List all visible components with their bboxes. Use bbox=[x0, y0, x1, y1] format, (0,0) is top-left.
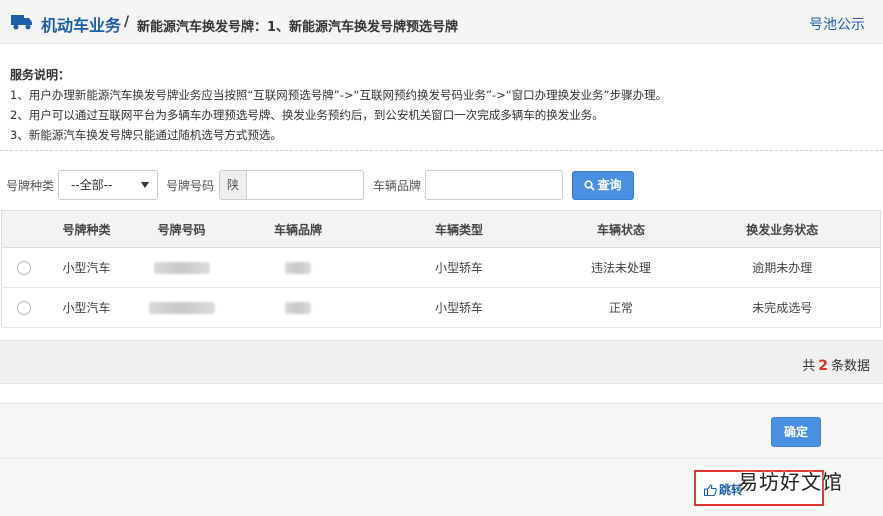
select-column-header bbox=[1, 210, 46, 248]
plate-type-value: --全部-- bbox=[71, 178, 113, 192]
table-row[interactable]: 小型汽车 小型轿车 正常 未完成选号 bbox=[1, 287, 881, 328]
watermark: 易坊好文馆 bbox=[738, 470, 843, 494]
confirm-button[interactable]: 确定 bbox=[771, 417, 821, 447]
vehicle-status-cell: 正常 bbox=[557, 287, 685, 328]
description-title: 服务说明： bbox=[10, 68, 71, 82]
redacted-brand bbox=[285, 262, 311, 274]
search-label: 查询 bbox=[597, 178, 622, 192]
truck-icon bbox=[11, 15, 32, 30]
business-status-cell: 未完成选号 bbox=[684, 287, 881, 328]
row-radio[interactable] bbox=[16, 260, 31, 275]
redacted-plate-number bbox=[153, 262, 210, 274]
brand-cell bbox=[235, 247, 361, 288]
filter-bar: 号牌种类 --全部-- 号牌号码 陕 车辆品牌 查询 bbox=[0, 168, 883, 200]
description-line: 2、用户可以通过互联网平台为多辆车办理预选号牌、换发业务预约后，到公安机关窗口一… bbox=[10, 108, 604, 122]
column-header: 车辆状态 bbox=[557, 210, 685, 248]
column-header: 车辆品牌 bbox=[235, 210, 361, 248]
page-header: 机动车业务 / 新能源汽车换发号牌：1、新能源汽车换发号牌预选号牌 号池公示 bbox=[0, 0, 883, 44]
plate-number-label: 号牌号码 bbox=[166, 179, 215, 193]
search-button[interactable]: 查询 bbox=[572, 171, 634, 200]
vehicle-type-cell: 小型轿车 bbox=[360, 247, 558, 288]
business-status-cell: 逾期未办理 bbox=[684, 247, 881, 288]
service-description: 服务说明： 1、用户办理新能源汽车换发号牌业务应当按照“互联网预选号牌”->“互… bbox=[10, 65, 870, 145]
table-header-row: 号牌种类 号牌号码 车辆品牌 车辆类型 车辆状态 换发业务状态 bbox=[1, 210, 881, 248]
brand-cell bbox=[235, 287, 361, 328]
row-radio[interactable] bbox=[16, 300, 31, 315]
plate-type-cell: 小型汽车 bbox=[45, 247, 128, 288]
column-header: 车辆类型 bbox=[360, 210, 558, 248]
table-row[interactable]: 小型汽车 小型轿车 违法未处理 逾期未办理 bbox=[1, 247, 881, 288]
count-value: 2 bbox=[818, 358, 828, 374]
plate-type-label: 号牌种类 bbox=[6, 179, 55, 193]
column-header: 换发业务状态 bbox=[684, 210, 881, 248]
confirm-area: 确定 bbox=[0, 403, 883, 459]
row-select-cell bbox=[1, 247, 46, 288]
row-select-cell bbox=[1, 287, 46, 328]
brand-input[interactable] bbox=[425, 170, 563, 200]
plate-type-cell: 小型汽车 bbox=[45, 287, 128, 328]
count-prefix: 共 bbox=[802, 359, 816, 374]
count-suffix: 条数据 bbox=[830, 359, 870, 374]
page-subtitle: 新能源汽车换发号牌：1、新能源汽车换发号牌预选号牌 bbox=[137, 20, 459, 35]
summary-bar: 共 2 条数据 bbox=[0, 340, 883, 384]
chevron-down-icon bbox=[141, 182, 149, 188]
breadcrumb-separator: / bbox=[124, 14, 130, 30]
search-icon bbox=[584, 180, 596, 191]
record-count: 共 2 条数据 bbox=[802, 355, 870, 374]
plate-type-select[interactable]: --全部-- bbox=[58, 170, 158, 200]
plate-number-input[interactable] bbox=[246, 170, 364, 200]
section-title: 机动车业务 bbox=[41, 16, 122, 35]
dashed-divider bbox=[0, 150, 883, 151]
vehicle-type-cell: 小型轿车 bbox=[360, 287, 558, 328]
plate-pool-link[interactable]: 号池公示 bbox=[809, 14, 865, 34]
description-line: 3、新能源汽车换发号牌只能通过随机选号方式预选。 bbox=[10, 128, 282, 142]
redacted-plate-number bbox=[148, 302, 215, 314]
column-header: 号牌号码 bbox=[127, 210, 236, 248]
column-header: 号牌种类 bbox=[45, 210, 128, 248]
vehicle-status-cell: 违法未处理 bbox=[557, 247, 685, 288]
thumbs-up-icon bbox=[704, 484, 717, 496]
description-line: 1、用户办理新能源汽车换发号牌业务应当按照“互联网预选号牌”->“互联网预约换发… bbox=[10, 88, 668, 102]
plate-prefix: 陕 bbox=[219, 170, 247, 200]
redacted-brand bbox=[285, 302, 311, 314]
brand-label: 车辆品牌 bbox=[373, 179, 422, 193]
vehicle-table: 号牌种类 号牌号码 车辆品牌 车辆类型 车辆状态 换发业务状态 小型汽车 小型轿… bbox=[1, 210, 881, 328]
plate-number-cell bbox=[127, 287, 236, 328]
plate-number-cell bbox=[127, 247, 236, 288]
